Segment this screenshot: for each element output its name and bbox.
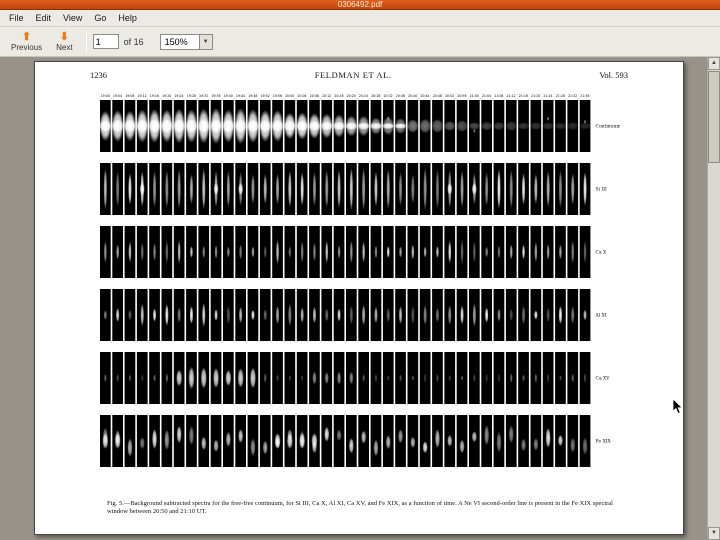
zoom-select[interactable]: 150% ▼ [159, 33, 213, 50]
mouse-cursor [672, 399, 683, 415]
page-header: 1236 FELDMAN ET AL. Vol. 593 [90, 70, 628, 80]
tool-bar: ⬆ Previous ⬇ Next of 16 150% ▼ [0, 27, 720, 57]
menu-go[interactable]: Go [88, 11, 112, 25]
page-number-input[interactable] [92, 34, 119, 49]
page-count-label: of 16 [123, 36, 144, 47]
pdf-page: 1236 FELDMAN ET AL. Vol. 593 Fig. 5.—Bac… [34, 61, 684, 535]
previous-page-button[interactable]: ⬆ Previous [4, 28, 49, 56]
window-title: 0306492.pdf [337, 0, 383, 9]
document-viewport[interactable]: 1236 FELDMAN ET AL. Vol. 593 Fig. 5.—Bac… [0, 57, 720, 540]
scroll-down-button[interactable]: ▼ [708, 527, 720, 540]
scroll-up-button[interactable]: ▲ [708, 57, 720, 70]
menu-help[interactable]: Help [112, 11, 143, 25]
previous-label: Previous [11, 42, 43, 52]
chevron-down-icon: ▼ [198, 34, 212, 49]
title-bar: 0306492.pdf [0, 0, 720, 10]
scrollbar-thumb[interactable] [708, 71, 720, 163]
menu-bar: File Edit View Go Help [0, 10, 720, 27]
figure-caption: Fig. 5.—Background subtracted spectra fo… [107, 500, 613, 515]
page-number: 1236 [90, 70, 107, 80]
menu-edit[interactable]: Edit [30, 11, 58, 25]
arrow-up-icon: ⬆ [21, 30, 32, 43]
zoom-value: 150% [164, 36, 188, 47]
volume-label: Vol. 593 [599, 70, 628, 80]
toolbar-separator [85, 30, 87, 53]
vertical-scrollbar[interactable]: ▲ ▼ [707, 57, 720, 540]
arrow-down-icon: ⬇ [59, 30, 69, 43]
next-label: Next [56, 42, 73, 52]
next-page-button[interactable]: ⬇ Next [49, 28, 79, 56]
menu-file[interactable]: File [3, 11, 30, 25]
menu-view[interactable]: View [57, 11, 88, 25]
spectra-figure [100, 90, 620, 490]
running-title: FELDMAN ET AL. [314, 70, 392, 80]
